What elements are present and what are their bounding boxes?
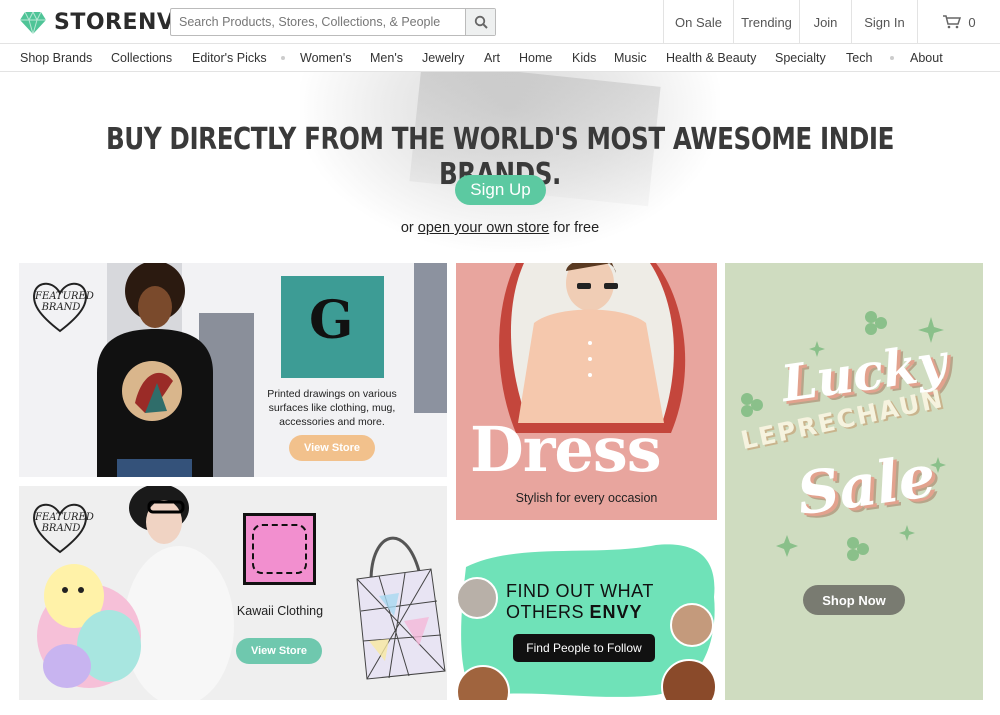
nav-home[interactable]: Home [519,51,552,65]
storenvy-logo[interactable]: STORENVY [18,8,191,36]
find-people-button[interactable]: Find People to Follow [513,634,655,662]
find-people-tile[interactable]: FIND OUT WHAT OTHERS ENVY Find People to… [456,537,717,700]
search-box [170,8,496,36]
trending-link[interactable]: Trending [733,0,799,44]
nav-separator [890,56,894,60]
top-header: STORENVY On Sale Trending Join Sign In 0 [0,0,1000,44]
view-store-button[interactable]: View Store [289,435,375,461]
nav-health-beauty[interactable]: Health & Beauty [666,51,756,65]
category-nav: Shop Brands Collections Editor's Picks W… [0,44,1000,72]
cart-link[interactable]: 0 [917,0,1000,44]
sign-in-link[interactable]: Sign In [851,0,917,44]
backdrop-panel [414,263,447,413]
dress-title: Dress [470,413,662,486]
nav-separator [281,56,285,60]
heart-gem-icon [20,10,46,35]
brand-blurb: Printed drawings on various surfaces lik… [267,388,397,428]
model-alpaca-backpack-photo [37,486,234,700]
nav-about[interactable]: About [910,51,943,65]
cart-count: 0 [968,14,976,30]
hero-banner: BUY DIRECTLY FROM THE WORLD'S MOST AWESO… [0,72,1000,252]
cart-icon [943,15,962,29]
search-input[interactable] [171,9,465,35]
person-avatar [670,603,714,647]
store-name: Kawaii Clothing [236,604,324,618]
nav-specialty[interactable]: Specialty [775,51,826,65]
dress-subtitle: Stylish for every occasion [515,491,658,505]
nav-tech[interactable]: Tech [846,51,872,65]
nav-shop-brands[interactable]: Shop Brands [20,51,92,65]
sign-up-button[interactable]: Sign Up [455,175,546,205]
model-hoodie-photo [97,263,213,477]
nav-art[interactable]: Art [484,51,500,65]
hero-sub-suffix: for free [549,220,600,236]
nav-jewelry[interactable]: Jewelry [422,51,464,65]
hero-sub-prefix: or [400,220,418,236]
kawaii-logo-art [252,524,307,574]
nav-music[interactable]: Music [614,51,647,65]
envy-line2-prefix: OTHERS [506,602,590,622]
hero-subtext: or open your own store for free [0,220,1000,236]
brand-logo-box: G [281,276,384,378]
view-store-button[interactable]: View Store [236,638,322,664]
nav-mens[interactable]: Men's [370,51,403,65]
brand-logo-letter: G [309,290,354,351]
nav-collections[interactable]: Collections [111,51,172,65]
join-link[interactable]: Join [799,0,851,44]
dress-promo-tile[interactable]: Dress Stylish for every occasion [456,263,717,520]
envy-headline: FIND OUT WHAT OTHERS ENVY [506,581,654,623]
on-sale-link[interactable]: On Sale [663,0,733,44]
envy-line2-bold: ENVY [589,602,643,622]
top-links: On Sale Trending Join Sign In 0 [663,0,1000,44]
featured-brand-tile[interactable]: FEATURED BRAND Kawaii Clothing View Stor… [19,486,447,700]
nav-kids[interactable]: Kids [572,51,596,65]
envy-line1: FIND OUT WHAT [506,581,654,601]
open-store-link[interactable]: open your own store [418,220,549,236]
person-avatar [456,577,498,619]
envy-line2: OTHERS ENVY [506,602,654,623]
geometric-tote-bag-photo [356,536,446,680]
lucky-leprechaun-sale-tile[interactable]: Lucky LEPRECHAUN Sale Shop Now [725,263,983,700]
search-button[interactable] [465,9,495,35]
kawaii-logo-box [243,513,316,585]
search-icon [474,15,488,29]
nav-editors-picks[interactable]: Editor's Picks [192,51,267,65]
shop-now-button[interactable]: Shop Now [803,585,905,615]
featured-brand-tile[interactable]: FEATURED BRAND G Printed drawings on var… [19,263,447,477]
nav-womens[interactable]: Women's [300,51,351,65]
